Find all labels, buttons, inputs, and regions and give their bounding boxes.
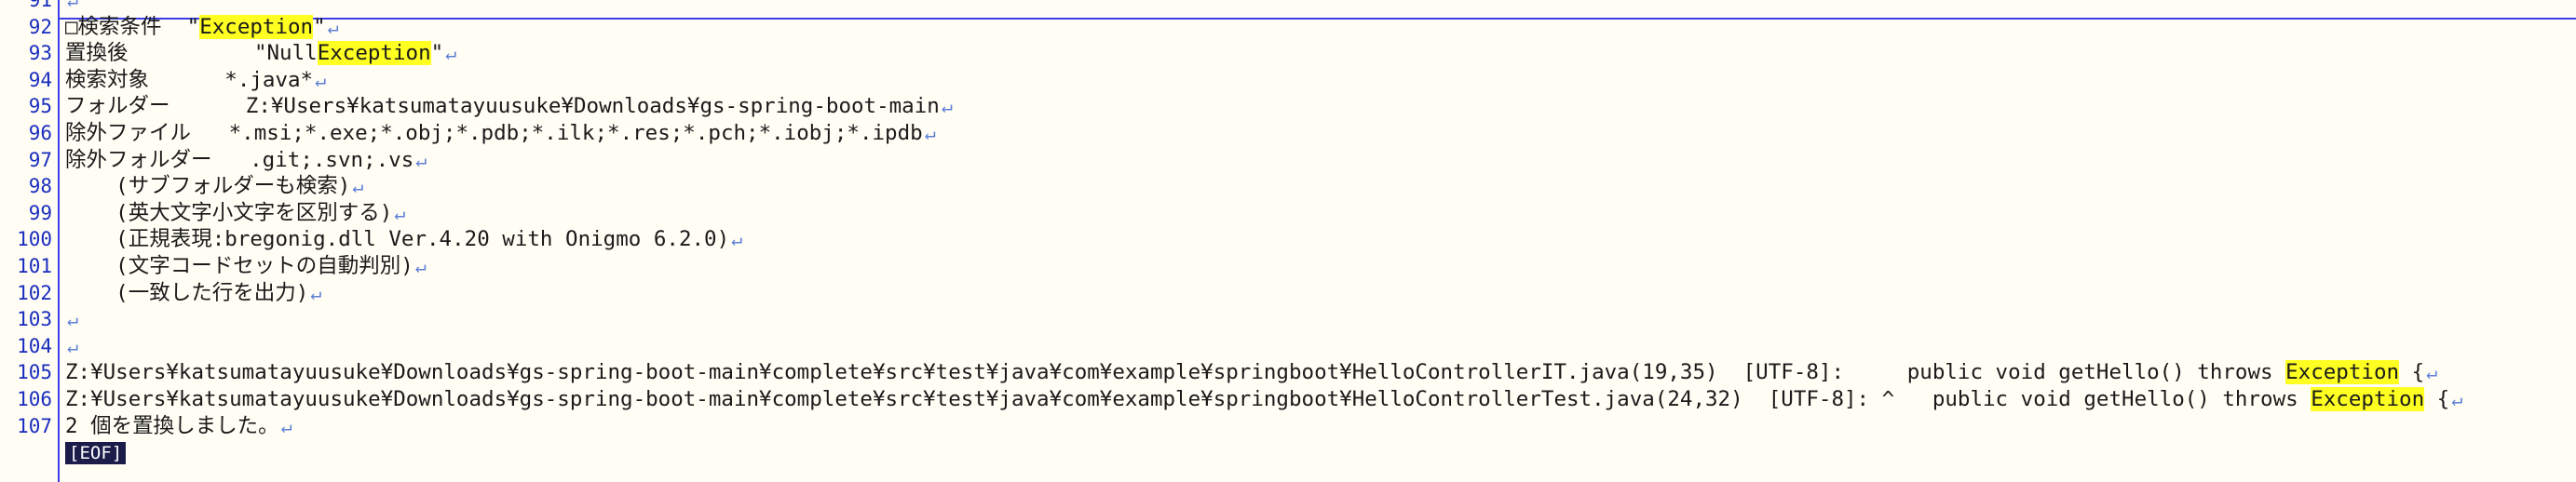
newline-icon: ↵ bbox=[67, 334, 79, 357]
editor-line[interactable]: 検索対象 *.java* ↵ bbox=[65, 67, 326, 93]
line-number: 98 bbox=[28, 175, 52, 198]
search-match-highlight: Exception bbox=[317, 41, 431, 66]
line-number: 91 bbox=[28, 0, 52, 11]
editor-line[interactable]: (サブフォルダーも検索) ↵ bbox=[65, 173, 363, 199]
search-match-highlight: Exception bbox=[2285, 360, 2400, 385]
line-text: (英大文字小文字を区別する) bbox=[65, 200, 393, 225]
editor-line[interactable]: 除外ファイル *.msi;*.exe;*.obj;*.pdb;*.ilk;*.r… bbox=[65, 120, 936, 146]
editor-line[interactable]: ↵ bbox=[65, 306, 78, 332]
line-text: { bbox=[2399, 360, 2425, 385]
editor-line[interactable]: □検索条件 "Exception" ↵ bbox=[65, 14, 339, 40]
line-text: Z:¥Users¥katsumatayuusuke¥Downloads¥gs-s… bbox=[65, 360, 2286, 385]
line-text: " bbox=[313, 14, 326, 39]
editor-line[interactable]: (正規表現:bregonig.dll Ver.4.20 with Onigmo … bbox=[65, 226, 742, 252]
line-number: 97 bbox=[28, 148, 52, 171]
editor-line[interactable]: フォルダー Z:¥Users¥katsumatayuusuke¥Download… bbox=[65, 93, 953, 119]
newline-icon: ↵ bbox=[315, 68, 327, 91]
line-number: 101 bbox=[17, 255, 52, 277]
line-number: 96 bbox=[28, 122, 52, 144]
line-text: 置換後 "Null bbox=[65, 41, 318, 66]
cursor-line-indicator bbox=[60, 18, 2576, 20]
line-text: フォルダー Z:¥Users¥katsumatayuusuke¥Download… bbox=[65, 94, 940, 119]
line-text: Z:¥Users¥katsumatayuusuke¥Downloads¥gs-s… bbox=[65, 387, 2312, 411]
editor-line[interactable]: (英大文字小文字を区別する) ↵ bbox=[65, 200, 405, 226]
line-number: 100 bbox=[17, 228, 52, 251]
line-text: 2 個を置換しました。 bbox=[65, 413, 279, 438]
newline-icon: ↵ bbox=[941, 95, 953, 118]
eof-line: [EOF] bbox=[65, 439, 127, 465]
newline-icon: ↵ bbox=[414, 255, 427, 277]
editor-line[interactable]: ↵ bbox=[65, 0, 78, 13]
newline-icon: ↵ bbox=[67, 0, 79, 11]
line-text: (一致した行を出力) bbox=[65, 280, 309, 305]
text-editor[interactable]: 91 92 93 94 95 96 97 98 99 100 101 102 103 104 105 106 1… bbox=[0, 0, 2576, 482]
newline-icon: ↵ bbox=[731, 228, 743, 251]
line-text: (正規表現:bregonig.dll Ver.4.20 with Onigmo … bbox=[65, 227, 730, 252]
search-match-highlight: Exception bbox=[2311, 387, 2425, 411]
newline-icon: ↵ bbox=[280, 414, 292, 437]
line-number: 105 bbox=[17, 361, 52, 384]
line-text: { bbox=[2424, 387, 2450, 411]
line-number: 104 bbox=[17, 334, 52, 357]
newline-icon: ↵ bbox=[327, 15, 339, 38]
line-number: 103 bbox=[17, 308, 52, 331]
line-text: 除外ファイル *.msi;*.exe;*.obj;*.pdb;*.ilk;*.r… bbox=[65, 121, 923, 145]
newline-icon: ↵ bbox=[310, 281, 322, 304]
editor-line[interactable]: Z:¥Users¥katsumatayuusuke¥Downloads¥gs-s… bbox=[65, 359, 2437, 385]
line-number: 95 bbox=[28, 95, 52, 118]
editor-line[interactable]: 除外フォルダー .git;.svn;.vs ↵ bbox=[65, 147, 427, 173]
line-text: □検索条件 " bbox=[65, 14, 200, 39]
line-text: 検索対象 *.java* bbox=[65, 67, 314, 92]
eof-marker: [EOF] bbox=[65, 442, 127, 465]
line-text: 除外フォルダー .git;.svn;.vs bbox=[65, 147, 414, 172]
newline-icon: ↵ bbox=[445, 42, 457, 65]
line-text: (文字コードセットの自動判別) bbox=[65, 254, 414, 278]
line-text: (サブフォルダーも検索) bbox=[65, 174, 351, 199]
line-number: 102 bbox=[17, 281, 52, 304]
line-number: 107 bbox=[17, 414, 52, 437]
editor-line[interactable]: 置換後 "NullException" ↵ bbox=[65, 40, 456, 66]
newline-icon: ↵ bbox=[394, 201, 406, 224]
line-number: 94 bbox=[28, 68, 52, 91]
newline-icon: ↵ bbox=[415, 148, 427, 171]
line-number: 92 bbox=[28, 15, 52, 38]
newline-icon: ↵ bbox=[924, 122, 936, 144]
newline-icon: ↵ bbox=[67, 308, 79, 331]
editor-line[interactable]: (文字コードセットの自動判別) ↵ bbox=[65, 253, 427, 279]
line-number: 93 bbox=[28, 42, 52, 65]
newline-icon: ↵ bbox=[2426, 361, 2438, 384]
line-text: " bbox=[430, 41, 444, 66]
editor-line[interactable]: (一致した行を出力) ↵ bbox=[65, 280, 321, 306]
line-number-gutter: 91 92 93 94 95 96 97 98 99 100 101 102 103 104 105 106 1… bbox=[0, 0, 60, 482]
search-match-highlight: Exception bbox=[199, 14, 314, 39]
editor-line[interactable]: ↵ bbox=[65, 333, 78, 359]
line-number: 99 bbox=[28, 201, 52, 224]
line-number: 106 bbox=[17, 388, 52, 410]
newline-icon: ↵ bbox=[2451, 388, 2463, 410]
editor-line[interactable]: 2 個を置換しました。 ↵ bbox=[65, 413, 292, 439]
editor-line[interactable]: Z:¥Users¥katsumatayuusuke¥Downloads¥gs-s… bbox=[65, 386, 2462, 412]
newline-icon: ↵ bbox=[352, 175, 364, 198]
